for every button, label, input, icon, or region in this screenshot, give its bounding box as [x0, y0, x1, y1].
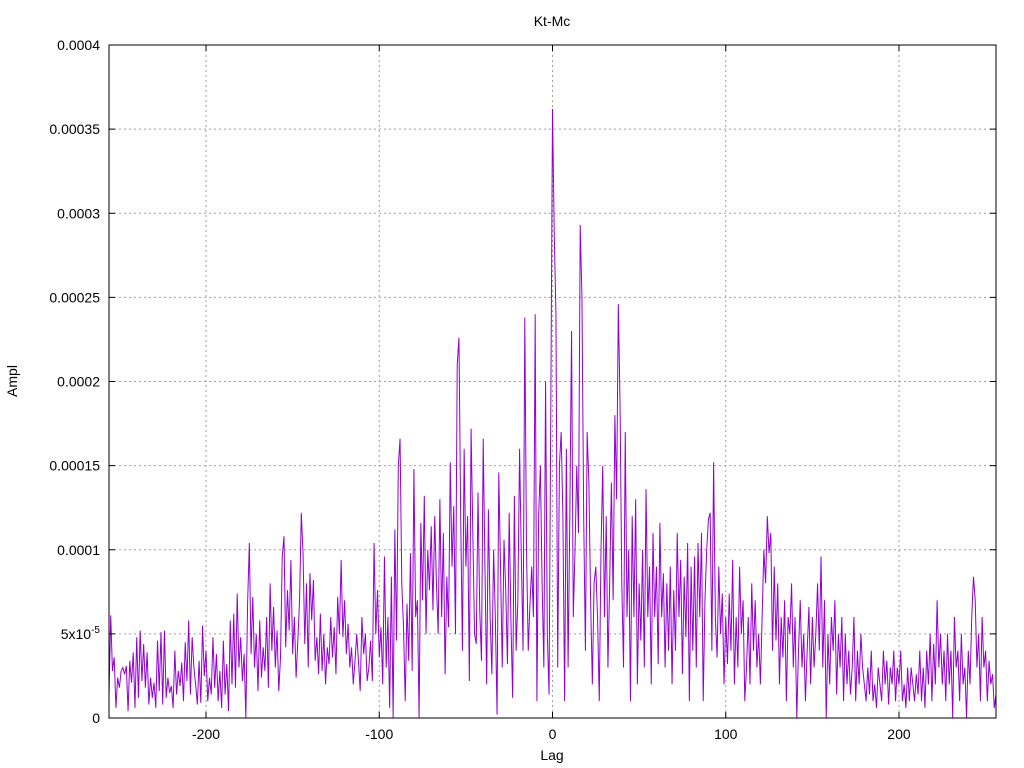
- chart-svg: -200 -100 0 100 200 0 5x10-5 0.0001 0.00015 0.00…: [4, 13, 997, 763]
- y-axis-label: Ampl: [4, 365, 20, 397]
- x-tick-label: 200: [887, 726, 911, 742]
- y-tick-label: 0.00025: [49, 289, 100, 305]
- y-tick-label: 0.00015: [49, 458, 100, 474]
- y-tick-label: 0.00035: [49, 121, 100, 137]
- x-tick-label: -200: [192, 726, 220, 742]
- x-tick-label: 100: [714, 726, 738, 742]
- y-tick-label: 0.0004: [57, 37, 100, 53]
- y-tick-label: 5x10-5: [61, 625, 101, 642]
- y-tick-label: 0.0003: [57, 205, 100, 221]
- x-tick-labels: -200 -100 0 100 200: [192, 726, 911, 742]
- y-tick-label: 0.0002: [57, 374, 100, 390]
- x-axis-label: Lag: [540, 747, 563, 763]
- y-tick-label: 0: [92, 710, 100, 726]
- y-tick-labels: 0 5x10-5 0.0001 0.00015 0.0002 0.00025 0.0003 0…: [49, 37, 100, 726]
- y-tick-label: 0.0001: [57, 542, 100, 558]
- x-tick-label: 0: [549, 726, 557, 742]
- chart-title: Kt-Mc: [534, 13, 571, 29]
- x-tick-label: -100: [365, 726, 393, 742]
